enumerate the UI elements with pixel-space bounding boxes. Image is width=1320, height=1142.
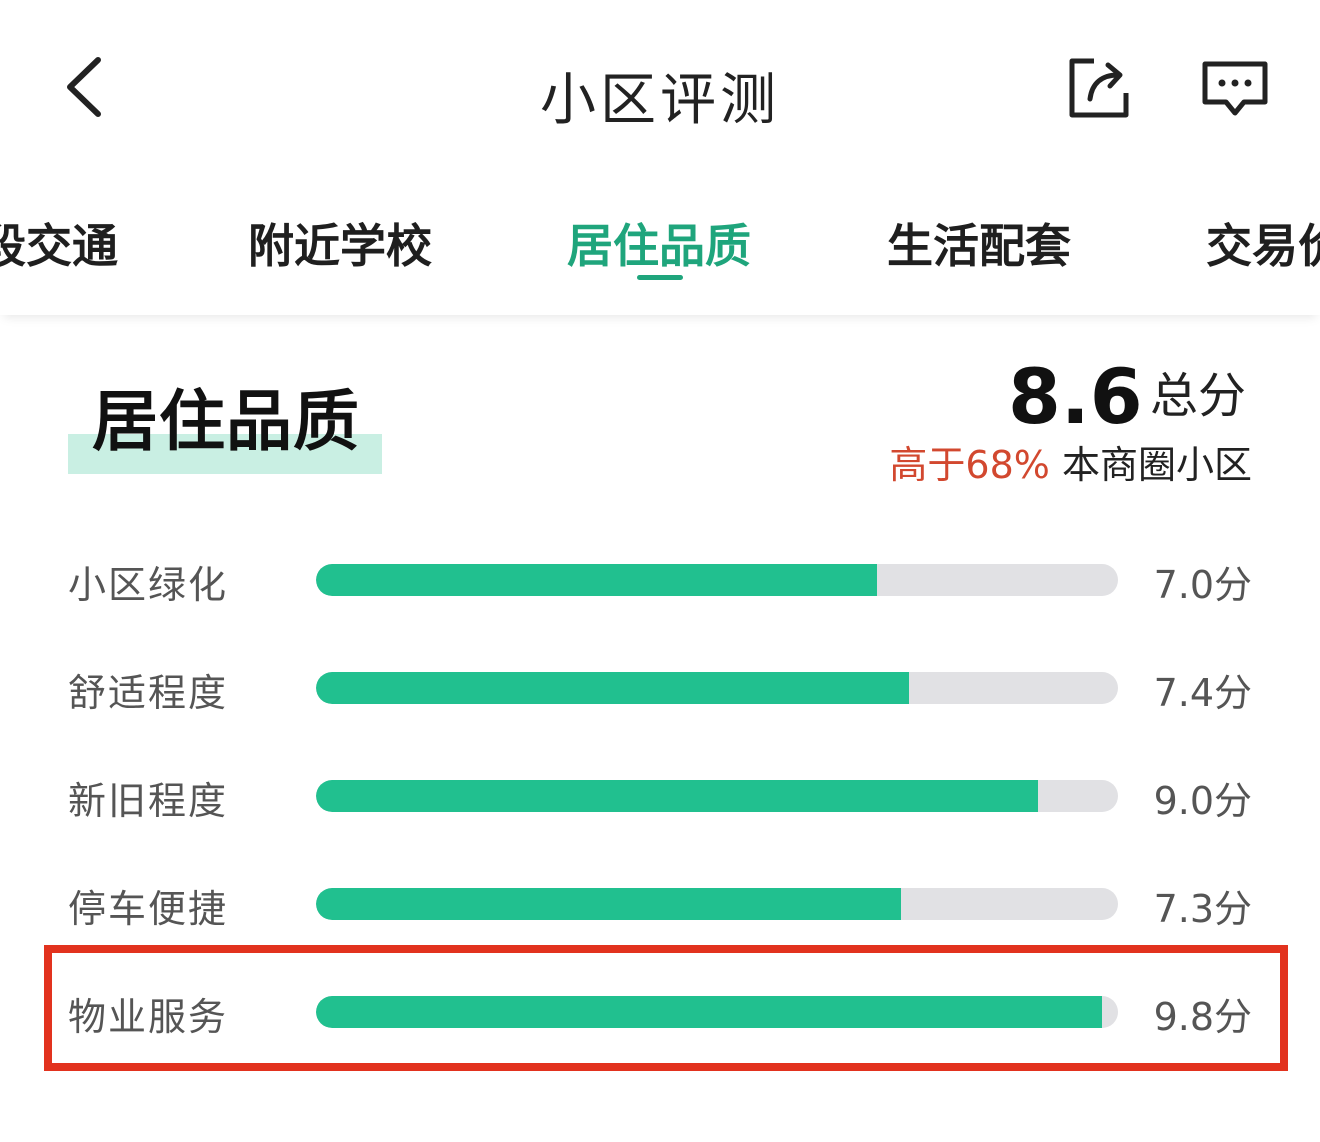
section-title: 居住品质 [92, 383, 360, 460]
metric-label: 新旧程度 [68, 779, 229, 823]
share-icon [1069, 58, 1129, 118]
property-service-highlight-box [44, 945, 1288, 1071]
message-icon [1202, 61, 1268, 116]
metric-bar-fill [316, 672, 910, 704]
metric-bar-fill [316, 780, 1038, 812]
comparison-percent: 高于68% [889, 443, 1050, 487]
metric-row: 小区绿化 7.0分 [0, 540, 1320, 620]
total-score-label: 总分 [1150, 368, 1247, 424]
metric-row: 停车便捷 7.3分 [0, 864, 1320, 944]
metric-value: 7.3分 [1153, 887, 1252, 931]
metric-bar-track [316, 780, 1118, 812]
comparison-line: 高于68% 本商圈小区 [889, 440, 1252, 490]
active-tab-indicator [637, 275, 683, 280]
metric-bar-track [316, 672, 1118, 704]
metric-row: 新旧程度 9.0分 [0, 756, 1320, 836]
share-button[interactable] [1066, 55, 1132, 121]
tab-living-quality[interactable]: 居住品质 [567, 210, 751, 276]
metric-bar-track [316, 564, 1118, 596]
top-bar: 小区评测 [0, 0, 1320, 170]
section-title-block: 居住品质 [68, 368, 384, 478]
metric-label: 小区绿化 [68, 563, 229, 607]
metric-bar-fill [316, 564, 878, 596]
metric-value: 7.4分 [1153, 671, 1252, 715]
metric-row: 舒适程度 7.4分 [0, 648, 1320, 728]
metric-value: 7.0分 [1153, 563, 1252, 607]
metric-bar-track [316, 888, 1118, 920]
tab-amenities[interactable]: 生活配套 [887, 210, 1071, 276]
metric-label: 停车便捷 [68, 887, 229, 931]
metric-label: 舒适程度 [68, 671, 229, 715]
metric-value: 9.0分 [1153, 779, 1252, 823]
total-score: 8.6 [1008, 352, 1143, 441]
metric-bar-fill [316, 888, 902, 920]
category-tabs: 段交通 附近学校 居住品质 生活配套 交易价 [0, 170, 1320, 315]
tab-schools[interactable]: 附近学校 [248, 210, 432, 276]
message-button[interactable] [1200, 58, 1270, 120]
tab-transport[interactable]: 段交通 [0, 210, 118, 276]
tab-trade-price[interactable]: 交易价 [1206, 210, 1320, 276]
comparison-text: 本商圈小区 [1061, 443, 1252, 487]
